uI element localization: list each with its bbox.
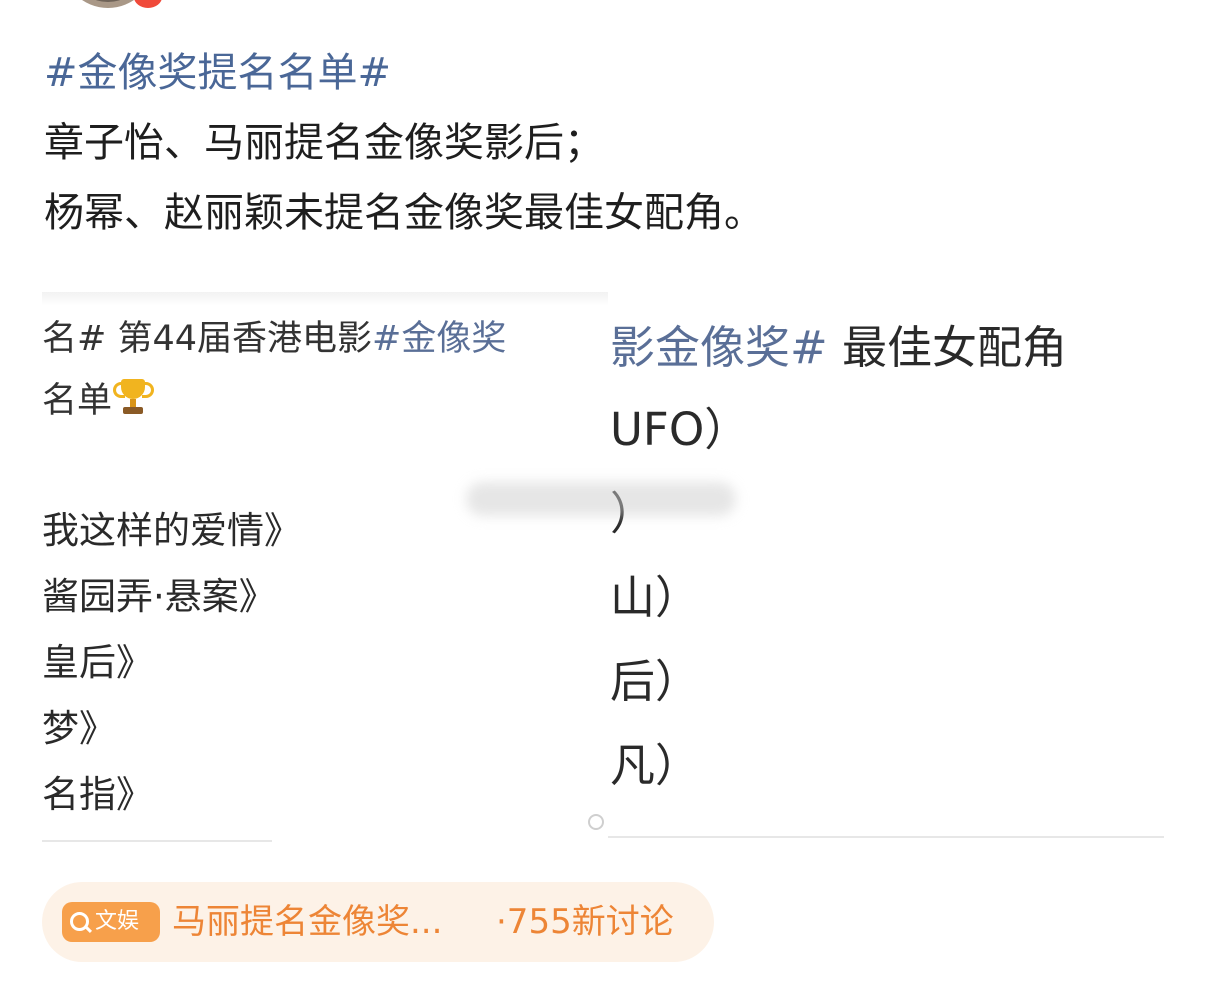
watermark-logo-icon bbox=[588, 814, 604, 830]
image-divider bbox=[42, 840, 272, 842]
left-image-header-tag: #金像奖 bbox=[372, 319, 507, 359]
post-image-right[interactable]: 影金像奖# 最佳女配角 UFO） ） 山） 后） 凡） bbox=[608, 300, 1168, 840]
topic-category-label: 文娱 bbox=[95, 909, 140, 934]
topic-category-badge: 文娱 bbox=[62, 902, 160, 942]
nominee-list-item: UFO） bbox=[610, 403, 750, 456]
nominee-list-item: 凡） bbox=[610, 739, 701, 792]
right-image-header-tag: 影金像奖# bbox=[610, 321, 828, 374]
post-text-line-1: 章子怡、马丽提名金像奖影后； bbox=[44, 120, 604, 166]
film-list-item: 名指》 bbox=[42, 773, 153, 816]
post-hashtag-link[interactable]: #金像奖提名名单# bbox=[44, 46, 391, 100]
right-image-header-text: 最佳女配角 bbox=[827, 321, 1068, 374]
left-image-header: 名# 第44届香港电影#金像奖 bbox=[42, 316, 506, 362]
verified-badge-icon bbox=[134, 0, 162, 8]
nominee-list-item: 后） bbox=[610, 655, 701, 708]
topic-title: 马丽提名金像奖... bbox=[172, 902, 443, 942]
blurred-watermark bbox=[466, 482, 736, 516]
film-list-item: 梦》 bbox=[42, 707, 116, 750]
search-icon bbox=[70, 912, 89, 931]
film-list-item: 皇后》 bbox=[42, 641, 153, 684]
image-divider bbox=[608, 836, 1164, 838]
supporting-actress-list: UFO） ） 山） 后） 凡） bbox=[610, 400, 749, 820]
film-list-item: 酱园弄·悬案》 bbox=[42, 575, 276, 618]
trophy-icon bbox=[112, 376, 155, 418]
image-edge-fade bbox=[42, 292, 608, 306]
post-text-line-2: 杨幂、赵丽颖未提名金像奖最佳女配角。 bbox=[44, 190, 764, 236]
right-image-header: 影金像奖# 最佳女配角 bbox=[610, 318, 1067, 378]
topic-link-pill[interactable]: 文娱 马丽提名金像奖... ·755新讨论 bbox=[42, 882, 714, 962]
left-image-header-text: 第44届香港电影 bbox=[106, 319, 372, 359]
post-image-left[interactable]: 名# 第44届香港电影#金像奖 名单 我这样的爱情》 酱园弄·悬案》 皇后》 梦… bbox=[42, 292, 608, 844]
film-list-item: 我这样的爱情》 bbox=[42, 509, 301, 552]
film-nominee-list: 我这样的爱情》 酱园弄·悬案》 皇后》 梦》 名指》 bbox=[42, 506, 301, 836]
left-image-subheader-text: 名单 bbox=[42, 381, 113, 421]
nominee-list-item: 山） bbox=[610, 571, 701, 624]
left-image-header-prefix: 名# bbox=[42, 319, 107, 359]
left-image-subheader: 名单 bbox=[42, 376, 155, 424]
topic-discussion-count: ·755新讨论 bbox=[496, 902, 674, 942]
